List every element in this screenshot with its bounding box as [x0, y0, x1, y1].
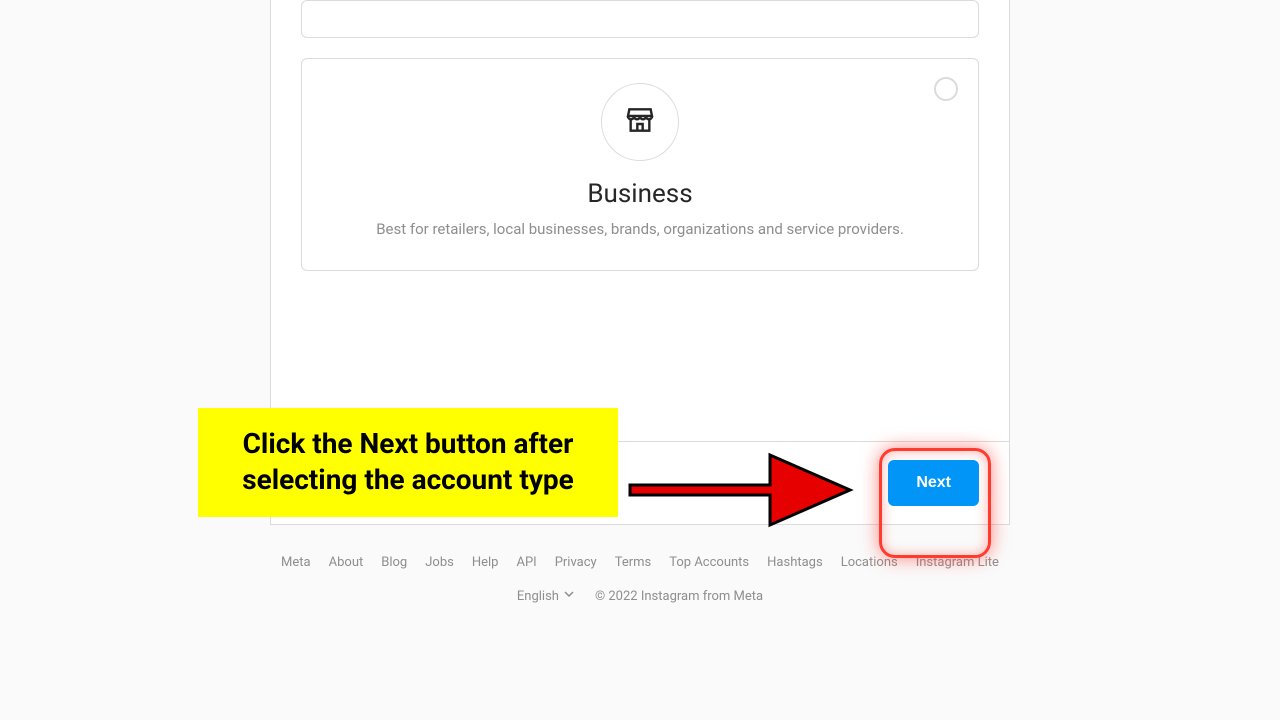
footer: Meta About Blog Jobs Help API Privacy Te… — [0, 525, 1280, 614]
language-label: English — [517, 589, 559, 604]
footer-link-jobs[interactable]: Jobs — [425, 555, 454, 570]
card-title: Business — [322, 179, 958, 209]
radio-unselected-icon[interactable] — [934, 77, 958, 101]
footer-links: Meta About Blog Jobs Help API Privacy Te… — [0, 555, 1280, 570]
instruction-callout: Click the Next button after selecting th… — [198, 408, 618, 517]
footer-link-help[interactable]: Help — [472, 555, 499, 570]
footer-link-hashtags[interactable]: Hashtags — [767, 555, 823, 570]
footer-link-top-accounts[interactable]: Top Accounts — [669, 555, 749, 570]
footer-link-about[interactable]: About — [329, 555, 364, 570]
option-card-business[interactable]: Business Best for retailers, local busin… — [301, 58, 979, 271]
icon-container — [601, 83, 679, 161]
option-card-prev[interactable] — [301, 0, 979, 38]
footer-link-locations[interactable]: Locations — [841, 555, 898, 570]
footer-link-instagram-lite[interactable]: Instagram Lite — [916, 555, 999, 570]
footer-link-terms[interactable]: Terms — [615, 555, 652, 570]
footer-link-blog[interactable]: Blog — [381, 555, 407, 570]
store-icon — [624, 104, 656, 140]
language-selector[interactable]: English — [517, 588, 575, 604]
card-description: Best for retailers, local businesses, br… — [322, 219, 958, 240]
footer-link-meta[interactable]: Meta — [281, 555, 311, 570]
footer-bottom: English © 2022 Instagram from Meta — [0, 588, 1280, 604]
chevron-down-icon — [563, 588, 575, 604]
footer-link-api[interactable]: API — [516, 555, 536, 570]
footer-link-privacy[interactable]: Privacy — [555, 555, 597, 570]
next-button[interactable]: Next — [888, 460, 979, 506]
copyright-text: © 2022 Instagram from Meta — [595, 589, 763, 604]
callout-text: Click the Next button after selecting th… — [212, 426, 604, 499]
